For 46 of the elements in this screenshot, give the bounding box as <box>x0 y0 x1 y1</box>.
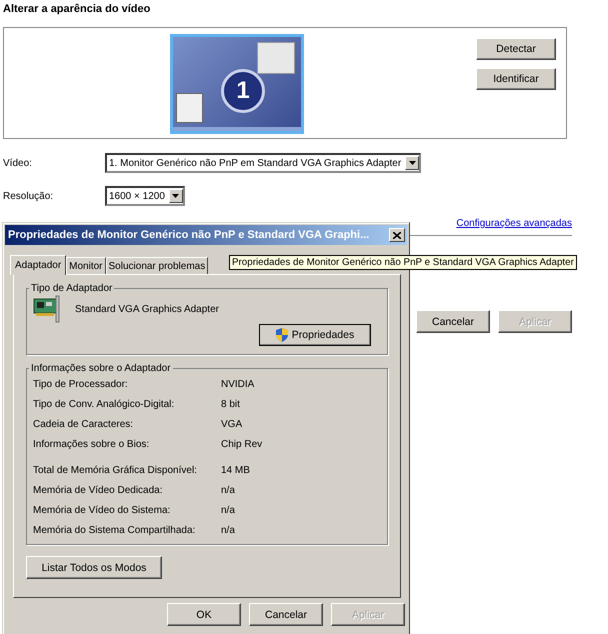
group-legend: Tipo de Adaptador <box>29 283 114 294</box>
close-button[interactable] <box>389 228 405 242</box>
info-label: Memória de Vídeo Dedicada: <box>33 484 164 496</box>
info-label: Memória do Sistema Compartilhada: <box>33 524 196 536</box>
info-value: NVIDIA <box>221 378 254 390</box>
dropdown-field[interactable]: 1. Monitor Genérico não PnP em Standard VGA Graphics Adapter <box>105 153 422 173</box>
info-value: n/a <box>221 504 235 516</box>
info-value: n/a <box>221 484 235 496</box>
info-value: VGA <box>221 418 242 430</box>
page-title: Alterar a aparência do vídeo <box>3 3 152 17</box>
dropdown-field[interactable]: 1600 × 1200 <box>105 186 185 206</box>
monitor-number: 1 <box>236 77 250 105</box>
info-label: Cadeia de Caracteres: <box>33 418 134 430</box>
caret-icon <box>172 194 180 198</box>
dialog-title: Propriedades de Monitor Genérico não PnP e Standard VGA Graphi... <box>8 229 370 241</box>
info-value: 8 bit <box>221 398 240 410</box>
info-value: n/a <box>221 524 235 536</box>
footer-button[interactable]: Cancelar <box>416 310 490 333</box>
field-label: Resolução: <box>3 190 54 202</box>
info-label: Informações sobre o Bios: <box>33 438 150 450</box>
close-icon <box>393 232 401 238</box>
group-legend: Informações sobre o Adaptador <box>29 363 173 374</box>
caret-icon <box>408 161 416 165</box>
info-value: Chip Rev <box>221 438 262 450</box>
info-label: Memória de Vídeo do Sistema: <box>33 504 172 516</box>
field-label: Vídeo: <box>3 158 33 168</box>
monitor-drawing[interactable]: 1 <box>170 34 304 134</box>
dialog-button[interactable]: OK <box>167 603 241 626</box>
tab[interactable]: Adaptador <box>10 255 66 275</box>
tooltip: Propriedades de Monitor Genérico não PnP e Standard VGA Graphics Adapter <box>229 255 577 270</box>
advanced-settings-link[interactable]: Configurações avançadas <box>456 218 572 229</box>
tab[interactable]: Monitor <box>66 257 106 274</box>
dialog-button[interactable]: Cancelar <box>249 603 323 626</box>
side-button[interactable]: Detectar <box>476 38 556 60</box>
list-modes-button[interactable]: Listar Todos os Modos <box>26 556 162 579</box>
info-value: 14 MB <box>221 464 250 476</box>
properties-button[interactable]: Propriedades <box>259 324 371 346</box>
shield-icon <box>276 328 288 342</box>
info-label: Tipo de Processador: <box>33 378 129 390</box>
adapter-name: Standard VGA Graphics Adapter <box>75 304 219 314</box>
info-label: Total de Memória Gráfica Disponível: <box>33 464 198 476</box>
window-thumbnail <box>176 93 203 123</box>
window-thumbnail <box>257 42 295 74</box>
tab[interactable]: Solucionar problemas <box>106 257 208 274</box>
side-button[interactable]: Identificar <box>476 68 556 90</box>
info-label: Tipo de Conv. Analógico-Digital: <box>33 398 176 410</box>
